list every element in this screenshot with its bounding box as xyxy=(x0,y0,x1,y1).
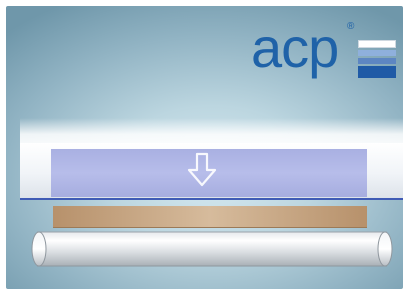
logo-stripe xyxy=(358,66,396,78)
logo-text: acp xyxy=(251,16,339,79)
logo-stripe xyxy=(358,50,396,56)
logo-stripe xyxy=(358,40,396,48)
logo-stripes-icon xyxy=(358,40,396,78)
logo-stripe xyxy=(358,58,396,64)
registered-mark: ® xyxy=(347,21,355,32)
acp-logo: acp ® xyxy=(251,18,401,88)
arrow-down-icon xyxy=(187,152,217,187)
roller-cylinder xyxy=(31,231,393,267)
press-contact-line xyxy=(20,198,403,200)
diagram-canvas: acp ® xyxy=(6,6,403,289)
wood-veneer-sheet xyxy=(53,206,367,228)
